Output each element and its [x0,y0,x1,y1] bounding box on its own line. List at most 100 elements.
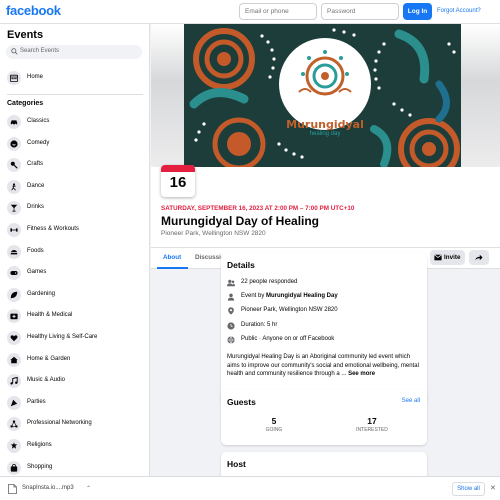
medical-icon [7,309,21,324]
sidebar-item-label: Music & Audio [27,377,66,384]
sidebar-item-label: Comedy [27,139,50,146]
music-icon [7,374,21,389]
sidebar-item-label: Games [27,269,47,276]
person-icon [227,293,235,301]
network-icon [7,417,21,432]
event-header: 16 SATURDAY, SEPTEMBER 16, 2023 AT 2:00 … [151,165,500,248]
duration-row: Duration: 5 hr [227,321,423,333]
people-icon [227,279,235,287]
see-more-link[interactable]: See more [348,371,375,377]
logo-circle [279,38,371,130]
sidebar-item-music-audio[interactable]: Music & Audio [5,373,145,389]
interested-label: INTERESTED [356,427,388,433]
privacy-text: Public · Anyone on or off Facebook [241,336,335,342]
search-icon [11,48,18,55]
sidebar-item-dance[interactable]: Dance [5,179,145,195]
sidebar-item-label: Gardening [27,290,56,297]
share-button[interactable] [469,250,489,265]
date-badge: 16 [161,165,195,197]
clock-icon [227,322,235,330]
cocktail-icon [7,201,21,216]
sidebar-title: Events [7,29,44,41]
download-filename[interactable]: SnapInsta.io....mp3 [22,485,74,491]
going-stat[interactable]: 5 GOING [229,416,319,433]
description-text: Murungidyal Healing Day is an Aboriginal… [227,354,419,377]
sidebar-item-home-garden[interactable]: Home & Garden [5,352,145,368]
sidebar-item-games[interactable]: Games [5,265,145,281]
duration-text: Duration: 5 hr [241,322,278,328]
calendar-icon [7,71,21,85]
responded-text: 22 people responded [241,279,298,285]
event-by-link[interactable]: Murungidyal Healing Day [266,293,338,299]
sidebar-item-parties[interactable]: Parties [5,395,145,411]
sidebar-item-classics[interactable]: Classics [5,114,145,130]
event-location[interactable]: Pioneer Park, Wellington NSW 2820 [161,230,266,237]
facebook-logo[interactable]: facebook [6,3,61,18]
responded-row: 22 people responded [227,278,423,290]
sidebar-item-foods[interactable]: Foods [5,244,145,260]
forgot-account-link[interactable]: Forgot Account? [437,8,481,14]
interested-stat[interactable]: 17 INTERESTED [327,416,417,433]
event-description: Murungidyal Healing Day is an Aboriginal… [227,353,423,379]
banner-subtitle: healing day [309,131,341,137]
event-by-prefix: Event by [241,293,267,299]
sidebar-item-comedy[interactable]: Comedy [5,136,145,152]
event-main: Murungidyal healing day 16 SATURDAY, SEP… [151,24,500,476]
sidebar-item-home[interactable]: Home [5,70,145,86]
car-icon [7,115,21,129]
envelope-icon [434,254,442,261]
religion-icon [7,439,21,453]
sidebar-item-label: Classics [27,118,50,124]
email-field[interactable] [239,3,317,20]
sidebar-item-crafts[interactable]: Crafts [5,157,145,173]
event-by-text: Event by Murungidyal Healing Day [241,293,338,299]
chevron-up-icon[interactable]: ⌃ [86,485,91,492]
sidebar-item-health-medical[interactable]: Health & Medical [5,308,145,324]
dumbbell-icon [7,223,21,237]
sidebar-item-label: Shopping [27,463,53,470]
sidebar-item-label: Drinks [27,204,45,211]
file-icon [8,484,17,494]
sidebar-item-professional-networking[interactable]: Professional Networking [5,416,145,432]
sidebar-item-drinks[interactable]: Drinks [5,200,145,216]
sidebar-item-label: Crafts [27,161,44,168]
invite-button[interactable]: Invite [430,250,465,265]
sidebar-item-label: Parties [27,398,46,405]
cover-area: Murungidyal healing day [151,24,500,167]
host-card: Host [221,452,427,476]
sidebar-item-label: Religions [27,442,52,448]
host-heading: Host [227,459,246,469]
login-button[interactable]: Log In [403,3,432,20]
healing-logo-icon [298,50,352,96]
party-icon [7,395,21,410]
sidebar-item-fitness-workouts[interactable]: Fitness & Workouts [5,222,145,238]
date-badge-strip [161,165,195,172]
sidebar-item-label: Foods [27,247,44,254]
heart-icon [7,331,21,345]
close-icon[interactable]: ✕ [490,484,496,492]
sidebar-item-shopping[interactable]: Shopping [5,460,145,476]
active-tab-underline [157,267,188,269]
search-events-input[interactable]: Search Events [6,45,142,59]
sidebar-item-label: Professional Networking [27,420,92,427]
location-pin-icon [228,307,234,315]
password-field[interactable] [321,3,399,20]
tab-about[interactable]: About [163,254,181,261]
guests-heading: Guests [227,397,256,407]
invite-label: Invite [444,254,461,261]
sidebar-home-label: Home [27,74,44,80]
sidebar-item-religions[interactable]: Religions [5,438,145,454]
bag-icon [7,460,21,475]
banner-title: Murungidyal [286,118,364,131]
show-all-downloads-button[interactable]: Show all [452,482,485,496]
search-placeholder: Search Events [20,48,60,54]
see-all-guests-link[interactable]: See all [402,398,420,404]
place-row: Pioneer Park, Wellington NSW 2820 [227,306,423,318]
dance-icon [7,179,21,194]
going-count: 5 [271,416,277,426]
sidebar-item-gardening[interactable]: Gardening [5,287,145,303]
sidebar-item-healthy-living-self-care[interactable]: Healthy Living & Self-Care [5,330,145,346]
sidebar-item-label: Fitness & Workouts [27,226,79,232]
crafts-icon [7,158,21,173]
privacy-row: Public · Anyone on or off Facebook [227,335,423,347]
